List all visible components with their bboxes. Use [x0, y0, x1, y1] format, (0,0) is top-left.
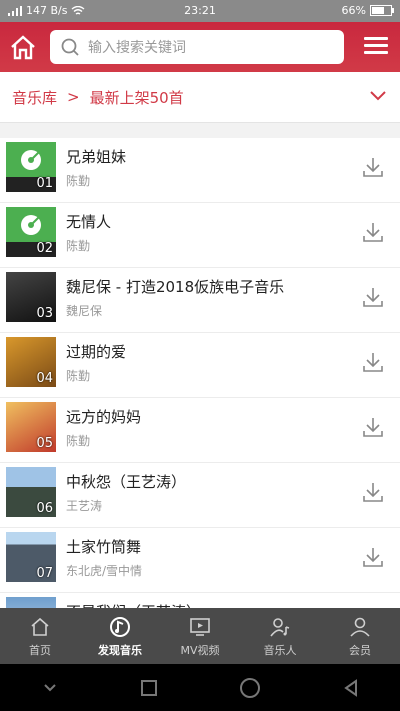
video-icon: [190, 617, 210, 636]
song-title: 不是我们（王艺涛）: [66, 601, 201, 608]
home-icon: [31, 617, 49, 636]
album-thumbnail: 04: [6, 337, 56, 387]
bottom-navigation: 首页 发现音乐 MV视频 音乐人 会员: [0, 608, 400, 664]
track-number: 05: [36, 436, 53, 451]
song-artist: 陈勤: [66, 369, 91, 383]
nav-item-2[interactable]: MV视频: [160, 608, 240, 664]
battery-icon: [370, 5, 394, 16]
album-thumbnail: 02: [6, 207, 56, 257]
song-row[interactable]: 07 土家竹筒舞东北虎/雪中情: [0, 528, 400, 593]
back-icon[interactable]: [342, 678, 360, 697]
song-title: 兄弟姐妹: [66, 148, 127, 166]
song-row[interactable]: 06 中秋怨（王艺涛） 王艺涛: [0, 463, 400, 528]
search-placeholder: 输入搜索关键词: [88, 40, 186, 56]
nav-item-label: 音乐人: [263, 643, 297, 657]
album-thumbnail: 07: [6, 532, 56, 582]
nav-item-label: 首页: [29, 643, 51, 657]
download-icon[interactable]: [362, 221, 384, 243]
search-input[interactable]: 输入搜索关键词: [50, 30, 344, 64]
song-title: 无情人: [66, 213, 112, 231]
song-list: 01 兄弟姐妹 陈勤 02 无情人 陈勤 03 魏尼保 - 打造2018仮族电子音乐 魏尼保 04…: [0, 138, 400, 608]
album-thumbnail: 08: [6, 597, 56, 608]
song-title: 中秋怨（王艺涛）: [66, 473, 187, 491]
album-thumbnail: 06: [6, 467, 56, 517]
battery-level: 66%: [341, 4, 366, 17]
recent-apps-icon[interactable]: [140, 679, 158, 697]
song-title: 魏尼保 - 打造2018仮族电子音乐: [66, 278, 285, 296]
disc-icon: [21, 150, 41, 170]
song-title: 土家竹筒舞: [66, 538, 142, 556]
nav-item-label: 发现音乐: [98, 643, 142, 657]
song-row[interactable]: 02 无情人陈勤: [0, 203, 400, 268]
chevron-down-icon[interactable]: [370, 88, 386, 104]
musician-icon: [270, 617, 290, 636]
home-circle-icon[interactable]: [239, 677, 261, 699]
home-icon: [11, 35, 35, 60]
track-number: 02: [36, 241, 53, 256]
song-row[interactable]: 01 兄弟姐妹陈勤: [0, 138, 400, 203]
menu-icon-bar: [364, 44, 388, 47]
nav-item-4[interactable]: 会员: [320, 608, 400, 664]
song-artist: 东北虎/雪中情: [66, 564, 143, 578]
song-artist: 王艺涛: [66, 499, 103, 513]
song-title: 过期的爱: [66, 343, 127, 361]
nav-collapse-icon[interactable]: [41, 682, 59, 694]
download-icon[interactable]: [362, 416, 384, 438]
user-icon: [350, 617, 370, 637]
song-artist: 陈勤: [66, 174, 91, 188]
search-icon: [61, 38, 79, 56]
song-row[interactable]: 03 魏尼保 - 打造2018仮族电子音乐魏尼保: [0, 268, 400, 333]
download-icon[interactable]: [362, 546, 384, 568]
home-button[interactable]: [6, 31, 40, 63]
track-number: 01: [36, 176, 53, 191]
download-icon[interactable]: [362, 156, 384, 178]
nav-item-3[interactable]: 音乐人: [240, 608, 320, 664]
song-artist: 陈勤: [66, 434, 91, 448]
breadcrumb-separator: >: [67, 88, 80, 106]
download-icon[interactable]: [362, 481, 384, 503]
download-icon[interactable]: [362, 351, 384, 373]
disc-icon: [21, 215, 41, 235]
app-header: 输入搜索关键词: [0, 22, 400, 72]
nav-item-label: MV视频: [180, 643, 220, 657]
status-bar: 147 B/s 23:21 66%: [0, 0, 400, 22]
song-row[interactable]: 05 远方的妈妈陈勤: [0, 398, 400, 463]
track-number: 04: [36, 371, 53, 386]
breadcrumb: 音乐库 > 最新上架50首: [0, 72, 400, 123]
menu-icon-bar: [364, 37, 388, 40]
song-artist: 陈勤: [66, 239, 91, 253]
song-title: 远方的妈妈: [66, 408, 142, 426]
song-artist: 魏尼保: [66, 304, 103, 318]
album-thumbnail: 05: [6, 402, 56, 452]
track-number: 06: [36, 501, 53, 516]
clock: 23:21: [184, 4, 216, 17]
battery-area: 66%: [341, 4, 394, 17]
album-thumbnail: 03: [6, 272, 56, 322]
menu-button[interactable]: [364, 33, 390, 59]
system-nav-bar: [0, 664, 400, 711]
menu-icon-bar: [364, 51, 388, 54]
download-icon[interactable]: [362, 286, 384, 308]
track-number: 03: [36, 306, 53, 321]
song-row[interactable]: 08不是我们（王艺涛）王艺涛: [0, 593, 400, 608]
music-note-icon: [110, 616, 130, 637]
breadcrumb-current: 最新上架50首: [89, 88, 184, 107]
nav-item-1[interactable]: 发现音乐: [80, 608, 160, 664]
breadcrumb-root[interactable]: 音乐库: [12, 87, 57, 108]
nav-item-0[interactable]: 首页: [0, 608, 80, 664]
album-thumbnail: 01: [6, 142, 56, 192]
track-number: 07: [36, 566, 53, 581]
song-row[interactable]: 04 过期的爱陈勤: [0, 333, 400, 398]
nav-item-label: 会员: [349, 643, 371, 657]
